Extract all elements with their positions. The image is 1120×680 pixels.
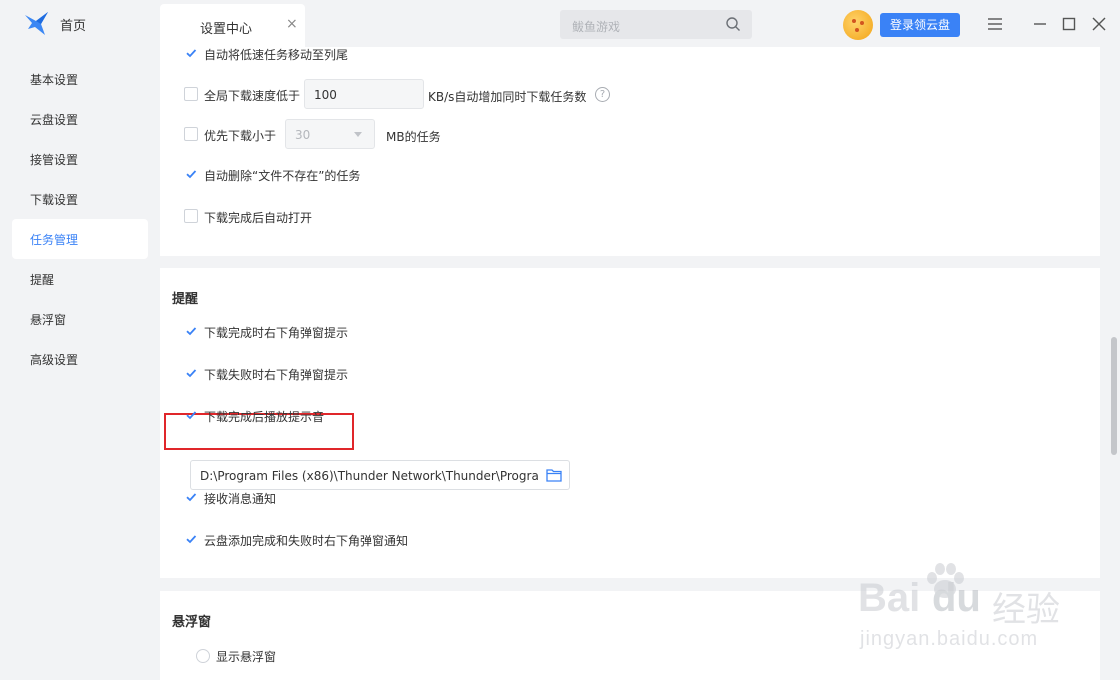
watermark-cn: 经验 (992, 591, 1060, 629)
size-threshold-select[interactable]: 30 (285, 119, 375, 149)
select-value: 30 (295, 128, 311, 142)
sidebar-item-advanced[interactable]: 高级设置 (12, 339, 148, 379)
checkbox-checked[interactable] (184, 324, 198, 338)
size-unit-label: MB的任务 (386, 130, 441, 144)
sidebar-item-label: 任务管理 (30, 233, 79, 247)
search-box[interactable]: 鲅鱼游戏 (560, 10, 752, 39)
sidebar-item-label: 云盘设置 (30, 113, 79, 127)
option-label: 全局下载速度低于 (204, 89, 301, 103)
search-input[interactable]: 鲅鱼游戏 (572, 18, 620, 35)
sidebar-item-takeover[interactable]: 接管设置 (12, 139, 148, 179)
avatar[interactable] (843, 10, 873, 40)
option-label: 接收消息通知 (204, 492, 277, 506)
sidebar-item-label: 高级设置 (30, 353, 79, 367)
menu-icon[interactable] (985, 14, 1005, 34)
sidebar-item-task-management[interactable]: 任务管理 (12, 219, 148, 259)
section-title-float: 悬浮窗 (172, 615, 212, 630)
checkbox-checked[interactable] (184, 490, 198, 504)
maximize-icon[interactable] (1059, 14, 1079, 34)
input-value: 100 (314, 88, 337, 102)
tab-settings-center[interactable]: 设置中心 × (160, 4, 305, 47)
watermark-brand: Bai (858, 576, 921, 620)
sidebar-item-float-window[interactable]: 悬浮窗 (12, 299, 148, 339)
settings-sidebar: 基本设置 云盘设置 接管设置 下载设置 任务管理 提醒 悬浮窗 高级设置 (0, 47, 160, 680)
minimize-icon[interactable] (1030, 14, 1050, 34)
option-label: 优先下载小于 (204, 129, 277, 143)
tab-close-icon[interactable]: × (286, 16, 298, 32)
option-label: 自动将低速任务移动至列尾 (204, 48, 349, 62)
checkbox-checked[interactable] (184, 366, 198, 380)
option-label: 云盘添加完成和失败时右下角弹窗通知 (204, 534, 409, 548)
checkbox-checked[interactable] (184, 532, 198, 546)
remind-card: 提醒 下载完成时右下角弹窗提示 下载失败时右下角弹窗提示 下载完成后播放提示音 … (160, 268, 1100, 578)
help-icon[interactable]: ? (595, 87, 610, 102)
scrollbar-thumb[interactable] (1111, 337, 1117, 455)
section-title-remind: 提醒 (172, 292, 199, 307)
login-cloud-button[interactable]: 登录领云盘 (880, 13, 960, 37)
radio-show-float[interactable] (196, 649, 210, 663)
sidebar-item-remind[interactable]: 提醒 (12, 259, 148, 299)
task-management-card: 自动将低速任务移动至列尾 全局下载速度低于 100 KB/s自动增加同时下载任务… (160, 47, 1100, 256)
chevron-down-icon (354, 132, 362, 137)
close-icon[interactable] (1089, 14, 1109, 34)
sidebar-item-label: 悬浮窗 (30, 313, 67, 327)
option-label: 显示悬浮窗 (216, 650, 277, 664)
sidebar-item-cloud[interactable]: 云盘设置 (12, 99, 148, 139)
checkbox-checked[interactable] (184, 46, 198, 60)
tab-settings-label: 设置中心 (200, 22, 253, 37)
option-label: 自动删除“文件不存在”的任务 (204, 169, 361, 183)
sidebar-item-label: 提醒 (30, 273, 55, 287)
sidebar-item-label: 基本设置 (30, 73, 79, 87)
sidebar-item-download[interactable]: 下载设置 (12, 179, 148, 219)
thunder-bird-logo-icon[interactable] (24, 10, 50, 36)
checkbox-checked[interactable] (184, 408, 198, 422)
sound-path-field[interactable]: D:\Program Files (x86)\Thunder Network\T… (190, 460, 570, 490)
sidebar-item-basic[interactable]: 基本设置 (12, 59, 148, 99)
baidu-jingyan-watermark: Bai du 经验 jingyan.baidu.com (858, 562, 1068, 662)
speed-unit-label: KB/s自动增加同时下载任务数 (428, 90, 587, 104)
option-label: 下载完成后自动打开 (204, 211, 313, 225)
option-label: 下载完成后播放提示音 (204, 410, 325, 424)
sound-path-value: D:\Program Files (x86)\Thunder Network\T… (200, 469, 538, 483)
checkbox-unchecked[interactable] (184, 209, 198, 223)
home-label[interactable]: 首页 (60, 15, 86, 34)
checkbox-unchecked[interactable] (184, 87, 198, 101)
title-bar: 首页 设置中心 × 鲅鱼游戏 登录领云盘 (0, 0, 1120, 47)
speed-threshold-input[interactable]: 100 (304, 79, 424, 109)
sidebar-item-label: 下载设置 (30, 193, 79, 207)
watermark-brand2: du (932, 576, 981, 620)
option-label: 下载完成时右下角弹窗提示 (204, 326, 349, 340)
option-label: 下载失败时右下角弹窗提示 (204, 368, 349, 382)
option-priority-small[interactable]: 优先下载小于 (184, 124, 294, 144)
watermark-url: jingyan.baidu.com (860, 628, 1039, 650)
checkbox-unchecked[interactable] (184, 127, 198, 141)
folder-icon[interactable] (546, 468, 562, 482)
search-icon[interactable] (725, 16, 741, 32)
sidebar-item-label: 接管设置 (30, 153, 79, 167)
checkbox-checked[interactable] (184, 167, 198, 181)
